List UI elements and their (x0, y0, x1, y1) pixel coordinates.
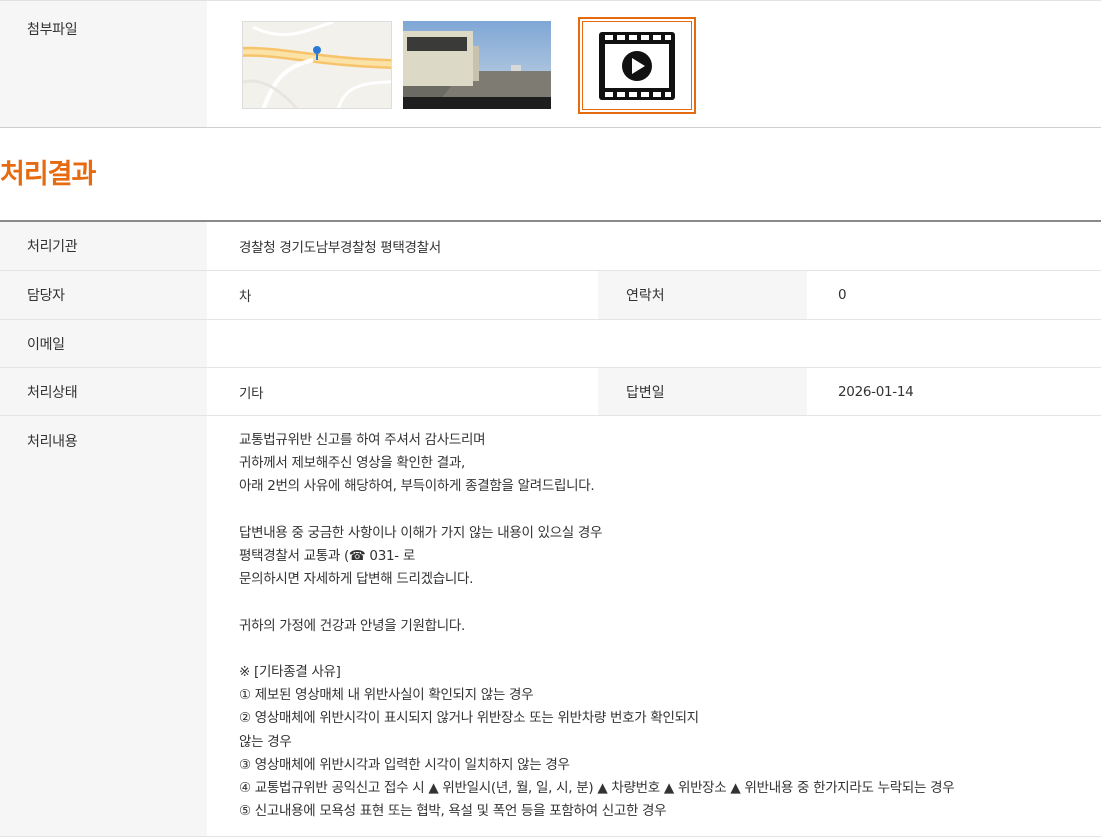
content-line: ③ 영상매체에 위반시각과 입력한 시각이 일치하지 않는 경우 (239, 756, 570, 773)
status-label: 처리상태 (27, 384, 78, 401)
content-header (0, 416, 207, 836)
film-play-icon (599, 31, 675, 100)
content-line (239, 499, 954, 522)
row-status: 처리상태 기타 답변일 2026-01-14 (0, 368, 1101, 416)
page: 첨부파일 처리결과 처리기관 경찰청 경기도남부경찰청 평택경찰서 담당자 차 … (0, 0, 1101, 837)
attachment-photo-thumbnail[interactable] (403, 21, 551, 109)
content-line: 교통법규위반 신고를 하여 주셔서 감사드리며 (239, 432, 486, 448)
video-thumbnail-inner (582, 21, 692, 110)
contact-label: 연락처 (626, 288, 665, 304)
content-line (239, 638, 954, 661)
content-line: 답변내용 중 궁금한 사항이나 이해가 가지 않는 내용이 있으실 경우 (239, 524, 603, 541)
result-table: 처리기관 경찰청 경기도남부경찰청 평택경찰서 담당자 차 연락처 0 이메일 … (0, 220, 1101, 837)
content-line: ② 영상매체에 위반시각이 표시되지 않거나 위반장소 또는 위반차량 번호가 … (239, 710, 699, 727)
answer-date-value: 2026-01-14 (838, 383, 914, 400)
answer-date-label: 답변일 (626, 384, 665, 401)
content-line: ① 제보된 영상매체 내 위반사실이 확인되지 않는 경우 (239, 687, 534, 704)
attachment-map-thumbnail[interactable] (242, 21, 392, 109)
email-label: 이메일 (27, 336, 65, 353)
map-image (243, 22, 391, 108)
manager-value: 차 (239, 289, 252, 305)
content-line: ※ [기타종결 사유] (239, 664, 341, 681)
content-line: 않는 경우 (239, 733, 292, 750)
status-value: 기타 (239, 385, 264, 402)
content-line (239, 591, 954, 614)
row-email: 이메일 (0, 320, 1101, 368)
content-line: 평택경찰서 교통과 (☎ 031- 로 (239, 548, 415, 565)
content-line: 아래 2번의 사유에 해당하여, 부득이하게 종결함을 알려드립니다. (239, 478, 595, 495)
content-line: 문의하시면 자세하게 답변해 드리겠습니다. (239, 571, 474, 588)
row-manager: 담당자 차 연락처 0 (0, 271, 1101, 320)
agency-label: 처리기관 (27, 239, 78, 255)
contact-value: 0 (838, 287, 847, 303)
manager-label: 담당자 (27, 288, 65, 304)
attachments-header: 첨부파일 (0, 1, 207, 127)
content-label: 처리내용 (27, 434, 78, 450)
dashcam-photo (403, 21, 551, 109)
content-line: ⑤ 신고내용에 모욕성 표현 또는 협박, 욕설 및 폭언 등을 포함하여 신고… (239, 803, 667, 820)
content-line: ④ 교통법규위반 공익신고 접수 시 ▲ 위반일시(년, 월, 일, 시, 분)… (239, 780, 955, 797)
content-text: 교통법규위반 신고를 하여 주셔서 감사드리며귀하께서 제보해주신 영상을 확인… (239, 429, 955, 823)
attachments-row: 첨부파일 (0, 0, 1101, 128)
content-line: 귀하의 가정에 건강과 안녕을 기원합니다. (239, 617, 465, 634)
attachment-video-thumbnail[interactable] (578, 17, 696, 114)
attachments-label: 첨부파일 (27, 22, 78, 38)
agency-value: 경찰청 경기도남부경찰청 평택경찰서 (239, 240, 441, 256)
row-content: 처리내용 교통법규위반 신고를 하여 주셔서 감사드리며귀하께서 제보해주신 영… (0, 416, 1101, 837)
result-section-title: 처리결과 (0, 159, 96, 190)
row-agency: 처리기관 경찰청 경기도남부경찰청 평택경찰서 (0, 222, 1101, 271)
content-line: 귀하께서 제보해주신 영상을 확인한 결과, (239, 455, 465, 472)
